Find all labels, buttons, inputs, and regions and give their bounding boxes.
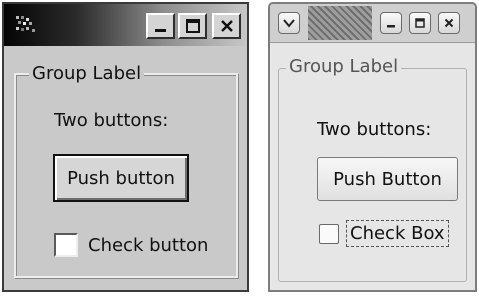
minimize-icon — [154, 29, 166, 32]
check-label[interactable]: Check Box — [346, 220, 449, 247]
maximize-icon — [415, 18, 425, 28]
push-button[interactable]: Push Button — [317, 157, 458, 201]
window-menu-icon — [283, 19, 295, 28]
window-menu-button[interactable] — [278, 12, 300, 34]
prompt-label: Two buttons: — [54, 110, 169, 131]
app-icon[interactable] — [16, 16, 38, 34]
prompt-label: Two buttons: — [317, 119, 432, 140]
title-stripes — [308, 6, 372, 40]
checkbox[interactable] — [319, 223, 339, 244]
close-icon — [444, 18, 454, 28]
checkbox[interactable] — [54, 233, 78, 257]
maximize-button[interactable] — [178, 13, 207, 39]
close-icon — [220, 20, 233, 32]
minimize-button[interactable] — [380, 12, 402, 34]
check-box[interactable]: Check Box — [319, 220, 449, 247]
close-button[interactable] — [438, 12, 460, 34]
maximize-icon — [185, 19, 200, 33]
minimize-button[interactable] — [146, 13, 175, 39]
title-bar[interactable] — [4, 4, 247, 46]
check-label[interactable]: Check button — [88, 235, 208, 256]
group-label: Group Label — [29, 63, 145, 85]
maximize-button[interactable] — [409, 12, 431, 34]
minimize-icon — [387, 25, 395, 28]
group-label: Group Label — [286, 56, 402, 78]
close-button[interactable] — [212, 13, 241, 39]
push-button[interactable]: Push button — [53, 154, 189, 202]
title-bar[interactable] — [270, 4, 475, 43]
window-gnome: Group Label Two buttons: Push Button Che… — [268, 2, 477, 292]
window-classic: Group Label Two buttons: Push button Che… — [2, 2, 249, 292]
check-button[interactable]: Check button — [54, 233, 208, 257]
